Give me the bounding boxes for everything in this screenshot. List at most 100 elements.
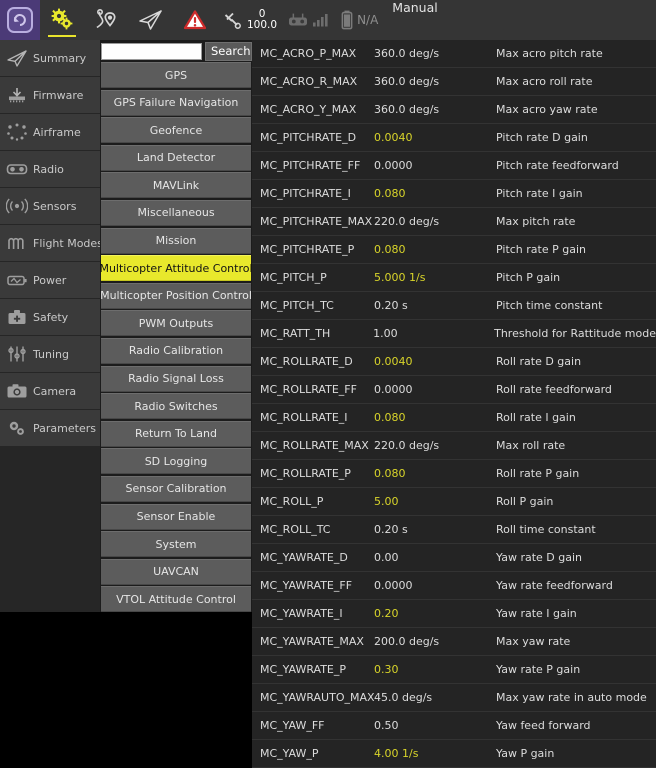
parameter-group-button[interactable]: Return To Land: [101, 421, 251, 447]
parameter-value: 0.0040: [374, 131, 496, 144]
sidebar-item-safety[interactable]: Safety: [0, 299, 100, 335]
toolbar-fly-button[interactable]: [128, 0, 174, 40]
parameter-row[interactable]: MC_PITCHRATE_I0.080Pitch rate I gain: [252, 180, 656, 208]
parameter-row[interactable]: MC_ROLL_P5.00Roll P gain: [252, 488, 656, 516]
parameter-row[interactable]: MC_ACRO_P_MAX360.0 deg/sMax acro pitch r…: [252, 40, 656, 68]
sidebar-item-sensors[interactable]: Sensors: [0, 188, 100, 224]
parameter-value: 45.0 deg/s: [374, 691, 496, 704]
parameter-group-button[interactable]: Radio Calibration: [101, 338, 251, 364]
parameter-group-button[interactable]: Geofence: [101, 117, 251, 143]
battery-icon: [339, 9, 355, 31]
parameter-value: 0.080: [374, 187, 496, 200]
parameter-group-button[interactable]: Miscellaneous: [101, 200, 251, 226]
toolbar-rc-status[interactable]: [283, 0, 335, 40]
parameter-row[interactable]: MC_PITCHRATE_D0.0040Pitch rate D gain: [252, 124, 656, 152]
parameter-name: MC_YAW_P: [252, 747, 374, 760]
parameter-group-button[interactable]: Radio Signal Loss: [101, 366, 251, 392]
parameter-row[interactable]: MC_YAWRATE_FF0.0000Yaw rate feedforward: [252, 572, 656, 600]
parameter-description: Max acro roll rate: [496, 75, 656, 88]
sidebar-item-camera[interactable]: Camera: [0, 373, 100, 409]
sidebar-item-airframe[interactable]: Airframe: [0, 114, 100, 150]
parameter-value: 0.0000: [374, 383, 496, 396]
parameter-row[interactable]: MC_PITCHRATE_MAX220.0 deg/sMax pitch rat…: [252, 208, 656, 236]
parameter-row[interactable]: MC_PITCH_TC0.20 sPitch time constant: [252, 292, 656, 320]
parameter-row[interactable]: MC_YAW_P4.00 1/sYaw P gain: [252, 740, 656, 768]
parameter-description: Yaw P gain: [496, 747, 656, 760]
parameter-value: 0.0000: [374, 579, 496, 592]
toolbar-settings-button[interactable]: [40, 0, 84, 40]
parameter-group-button[interactable]: VTOL Attitude Control: [101, 586, 251, 612]
parameter-row[interactable]: MC_YAWRATE_MAX200.0 deg/sMax yaw rate: [252, 628, 656, 656]
parameter-description: Max yaw rate: [496, 635, 656, 648]
parameter-group-button[interactable]: GPS Failure Navigation: [101, 90, 251, 116]
parameter-row[interactable]: MC_YAWRAUTO_MAX45.0 deg/sMax yaw rate in…: [252, 684, 656, 712]
parameter-value: 0.50: [374, 719, 496, 732]
parameter-group-button[interactable]: Multicopter Attitude Control: [101, 255, 251, 281]
gears-icon: [49, 8, 75, 32]
parameter-group-pane: Search GPSGPS Failure NavigationGeofence…: [100, 40, 252, 612]
parameter-description: Yaw feed forward: [496, 719, 656, 732]
parameter-value: 1.00: [373, 327, 494, 340]
parameter-group-button[interactable]: Sensor Enable: [101, 504, 251, 530]
parameter-group-button[interactable]: UAVCAN: [101, 559, 251, 585]
search-row: Search: [100, 40, 252, 62]
parameter-row[interactable]: MC_ROLLRATE_I0.080Roll rate I gain: [252, 404, 656, 432]
search-input[interactable]: [101, 43, 202, 60]
parameter-group-button[interactable]: Radio Switches: [101, 393, 251, 419]
parameter-group-button[interactable]: Sensor Calibration: [101, 476, 251, 502]
sidebar-item-radio[interactable]: Radio: [0, 151, 100, 187]
parameter-name: MC_ACRO_P_MAX: [252, 47, 374, 60]
sidebar-item-firmware[interactable]: Firmware: [0, 77, 100, 113]
parameter-row[interactable]: MC_YAWRATE_P0.30Yaw rate P gain: [252, 656, 656, 684]
toolbar-plan-button[interactable]: [84, 0, 128, 40]
parameter-row[interactable]: MC_ACRO_R_MAX360.0 deg/sMax acro roll ra…: [252, 68, 656, 96]
parameter-row[interactable]: MC_ROLLRATE_D0.0040Roll rate D gain: [252, 348, 656, 376]
parameter-row[interactable]: MC_ROLLRATE_MAX220.0 deg/sMax roll rate: [252, 432, 656, 460]
parameter-name: MC_YAWRATE_FF: [252, 579, 374, 592]
parameter-row[interactable]: MC_RATT_TH1.00Threshold for Rattitude mo…: [252, 320, 656, 348]
sidebar-item-summary[interactable]: Summary: [0, 40, 100, 76]
gps-readout: 0 100.0: [247, 9, 277, 30]
parameter-name: MC_YAWRAUTO_MAX: [252, 691, 374, 704]
parameter-group-button[interactable]: Multicopter Position Control: [101, 283, 251, 309]
parameter-value: 5.00: [374, 495, 496, 508]
parameter-group-button[interactable]: SD Logging: [101, 448, 251, 474]
parameter-group-button[interactable]: Mission: [101, 228, 251, 254]
parameter-group-button[interactable]: MAVLink: [101, 172, 251, 198]
warning-triangle-icon: [183, 9, 207, 31]
sidebar-item-flight-modes[interactable]: Flight Modes: [0, 225, 100, 261]
search-button[interactable]: Search: [205, 42, 252, 61]
sidebar-item-parameters[interactable]: Parameters: [0, 410, 100, 446]
qgc-logo-icon: [7, 7, 33, 33]
toolbar-gps-status[interactable]: 0 100.0: [216, 0, 283, 40]
parameter-description: Roll rate feedforward: [496, 383, 656, 396]
parameter-row[interactable]: MC_ROLLRATE_P0.080Roll rate P gain: [252, 460, 656, 488]
parameter-group-button[interactable]: Land Detector: [101, 145, 251, 171]
sidebar-item-label: Firmware: [33, 89, 83, 102]
sidebar-item-tuning[interactable]: Tuning: [0, 336, 100, 372]
app-logo-button[interactable]: [0, 0, 40, 40]
parameter-row[interactable]: MC_YAWRATE_D0.00Yaw rate D gain: [252, 544, 656, 572]
parameter-row[interactable]: MC_ACRO_Y_MAX360.0 deg/sMax acro yaw rat…: [252, 96, 656, 124]
parameter-description: Yaw rate D gain: [496, 551, 656, 564]
toolbar-warning-button[interactable]: [174, 0, 216, 40]
parameter-name: MC_RATT_TH: [252, 327, 373, 340]
parameter-description: Roll rate P gain: [496, 467, 656, 480]
parameter-row[interactable]: MC_PITCHRATE_FF0.0000Pitch rate feedforw…: [252, 152, 656, 180]
parameter-row[interactable]: MC_ROLLRATE_FF0.0000Roll rate feedforwar…: [252, 376, 656, 404]
parameter-row[interactable]: MC_PITCHRATE_P0.080Pitch rate P gain: [252, 236, 656, 264]
parameter-group-button[interactable]: PWM Outputs: [101, 310, 251, 336]
parameter-description: Pitch rate D gain: [496, 131, 656, 144]
sidebar-item-label: Power: [33, 274, 66, 287]
parameter-row[interactable]: MC_PITCH_P5.000 1/sPitch P gain: [252, 264, 656, 292]
sidebar-item-power[interactable]: Power: [0, 262, 100, 298]
settings-sidebar: Summary Firmware AirframeRadioSensorsFligh…: [0, 40, 100, 612]
parameter-group-button[interactable]: System: [101, 531, 251, 557]
toolbar-battery-status[interactable]: N/A: [335, 0, 382, 40]
parameter-row[interactable]: MC_YAW_FF0.50Yaw feed forward: [252, 712, 656, 740]
parameter-row[interactable]: MC_ROLL_TC0.20 sRoll time constant: [252, 516, 656, 544]
flight-mode-selector[interactable]: Manual: [382, 0, 447, 40]
parameter-description: Pitch time constant: [496, 299, 656, 312]
parameter-group-button[interactable]: GPS: [101, 62, 251, 88]
parameter-row[interactable]: MC_YAWRATE_I0.20Yaw rate I gain: [252, 600, 656, 628]
